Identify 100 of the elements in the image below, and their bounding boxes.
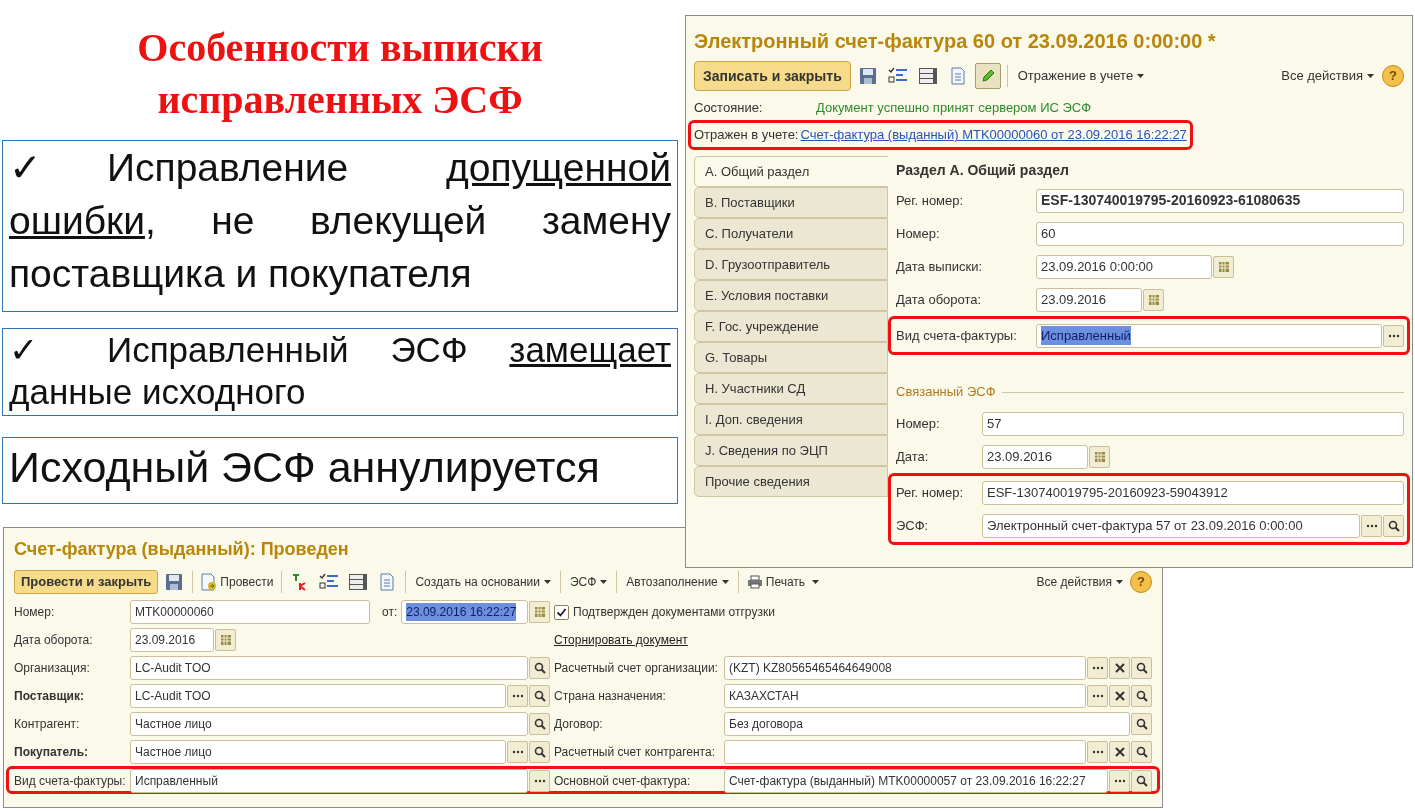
tab[interactable]: B. Поставщики: [694, 187, 888, 218]
input-field[interactable]: ESF-130740019795-20160923-59043912: [982, 480, 1404, 505]
field-label: Вид счета-фактуры:: [14, 773, 126, 790]
save-and-close-button[interactable]: Записать и закрыть: [694, 61, 851, 91]
choice-button[interactable]: [1087, 741, 1108, 763]
search-button[interactable]: [529, 713, 550, 735]
choice-button[interactable]: [507, 741, 528, 763]
search-button[interactable]: [1131, 713, 1152, 735]
search-icon: [1135, 775, 1148, 787]
search-button[interactable]: [1131, 741, 1152, 763]
choice-button[interactable]: [529, 770, 550, 792]
help-button[interactable]: ?: [1130, 571, 1152, 593]
print-button[interactable]: Печать: [743, 569, 823, 595]
input-field[interactable]: MTK00000060: [130, 600, 370, 624]
choice-button[interactable]: [1087, 657, 1108, 679]
choice-button[interactable]: [507, 685, 528, 707]
menu-button[interactable]: Отражение в учете: [1013, 63, 1149, 89]
checkbox[interactable]: [554, 604, 569, 620]
document-post-icon: [201, 573, 218, 591]
choice-button[interactable]: [1383, 324, 1404, 347]
tab[interactable]: I. Доп. сведения: [694, 404, 888, 435]
tab[interactable]: C. Получатели: [694, 218, 888, 249]
input-field[interactable]: Частное лицо: [130, 712, 528, 736]
input-field[interactable]: Частное лицо: [130, 740, 506, 764]
window-title: Электронный счет-фактура 60 от 23.09.2016 0:00:00 *: [694, 29, 1217, 54]
tab[interactable]: D. Грузоотправитель: [694, 249, 888, 280]
search-button[interactable]: [1131, 685, 1152, 707]
menu-button[interactable]: Все действия: [1032, 569, 1127, 595]
input-field[interactable]: Исправленный: [1036, 323, 1382, 348]
dots-icon: [511, 750, 524, 754]
tab[interactable]: Прочие сведения: [694, 466, 888, 497]
tab[interactable]: J. Сведения по ЭЦП: [694, 435, 888, 466]
reverse-document-link[interactable]: Сторнировать документ: [554, 633, 688, 647]
input-field[interactable]: КАЗАХСТАН: [724, 684, 1086, 708]
search-button[interactable]: [1131, 657, 1152, 679]
search-icon: [1135, 662, 1148, 674]
pencil-icon: [979, 68, 996, 84]
clear-icon: [1114, 663, 1125, 673]
input-field[interactable]: 60: [1036, 221, 1404, 246]
caret-icon: [1137, 74, 1145, 78]
calendar-icon: [1147, 293, 1160, 306]
input-field[interactable]: Исправленный: [130, 769, 528, 793]
menu-button[interactable]: Создать на основании: [411, 569, 555, 595]
tab[interactable]: G. Товары: [694, 342, 888, 373]
input-field[interactable]: (KZT) KZ80565465464649008: [724, 656, 1086, 680]
search-button[interactable]: [1131, 770, 1152, 792]
clear-button[interactable]: [1109, 685, 1130, 707]
search-button[interactable]: [529, 685, 550, 707]
input-field[interactable]: ESF-130740019795-20160923-61080635: [1036, 188, 1404, 213]
clear-icon: [1114, 691, 1125, 701]
help-button[interactable]: ?: [1382, 65, 1404, 87]
field-label: Состояние:: [694, 99, 764, 118]
search-icon: [533, 690, 546, 702]
post-and-close-button[interactable]: Провести и закрыть: [14, 570, 159, 594]
input-field[interactable]: LC-Audit TOO: [130, 684, 506, 708]
input-field[interactable]: LC-Audit TOO: [130, 656, 528, 680]
search-button[interactable]: [1383, 514, 1404, 537]
calendar-button[interactable]: [1089, 445, 1110, 468]
input-field[interactable]: 23.09.2016 16:22:27: [401, 600, 528, 624]
calendar-icon: [1093, 450, 1106, 463]
document-link[interactable]: Счет-фактура (выданный) MTK00000060 от 23.09.2016 16:22:27: [800, 125, 1187, 145]
input-field[interactable]: 23.09.2016: [130, 628, 214, 652]
search-button[interactable]: [529, 741, 550, 763]
tab[interactable]: H. Участники СД: [694, 373, 888, 404]
dots-icon: [511, 694, 524, 698]
choice-button[interactable]: [1361, 514, 1382, 537]
caret-icon: [812, 580, 820, 584]
input-field[interactable]: Счет-фактура (выданный) MTK00000057 от 23.09.2016 16:22:27: [724, 769, 1108, 793]
calendar-button[interactable]: [1213, 255, 1234, 278]
menu-button[interactable]: ЭСФ: [565, 569, 612, 595]
field-label: Страна назначения:: [554, 688, 667, 705]
clear-button[interactable]: [1109, 741, 1130, 763]
tab[interactable]: F. Гос. учреждение: [694, 311, 888, 342]
choice-button[interactable]: [1109, 770, 1130, 792]
input-field[interactable]: [724, 740, 1086, 764]
search-icon: [1135, 718, 1148, 730]
calendar-button[interactable]: [215, 629, 236, 651]
input-field[interactable]: Электронный счет-фактура 57 от 23.09.2016 0:00:00: [982, 513, 1360, 538]
field-label: Контрагент:: [14, 716, 81, 733]
caret-icon: [600, 580, 608, 584]
menu-button[interactable]: Все действия: [1277, 63, 1378, 89]
tab[interactable]: E. Условия поставки: [694, 280, 888, 311]
field-label: ЭСФ:: [896, 516, 930, 535]
field-label: Основной счет-фактура:: [554, 773, 692, 790]
input-field[interactable]: 57: [982, 411, 1404, 436]
tab[interactable]: A. Общий раздел: [694, 156, 888, 187]
search-button[interactable]: [529, 657, 550, 679]
edit-toggle[interactable]: [974, 63, 1001, 89]
input-field[interactable]: 23.09.2016: [982, 444, 1088, 469]
menu-button[interactable]: Автозаполнение: [622, 569, 733, 595]
calendar-icon: [219, 634, 232, 646]
calendar-button[interactable]: [1143, 288, 1164, 311]
input-field[interactable]: Без договора: [724, 712, 1130, 736]
post-button[interactable]: Провести: [198, 569, 277, 595]
clear-button[interactable]: [1109, 657, 1130, 679]
choice-button[interactable]: [1087, 685, 1108, 707]
status-text: Документ успешно принят сервером ИС ЭСФ: [816, 99, 1092, 118]
input-field[interactable]: 23.09.2016 0:00:00: [1036, 254, 1212, 279]
input-field[interactable]: 23.09.2016: [1036, 287, 1142, 312]
clear-icon: [1114, 747, 1125, 757]
